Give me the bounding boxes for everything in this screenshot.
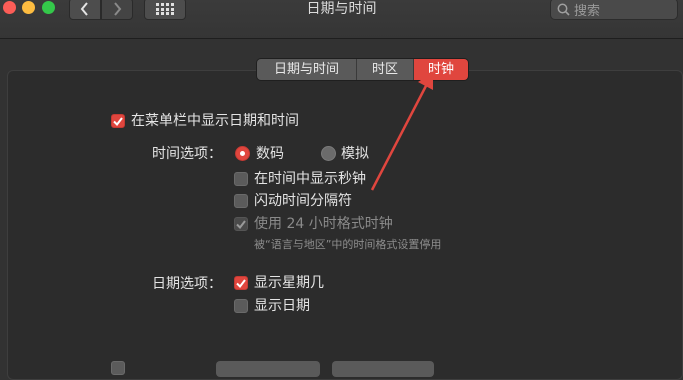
- announce-interval-popup[interactable]: [216, 361, 320, 377]
- show-weekday-checkbox[interactable]: [234, 276, 248, 290]
- use-24h-disabled-note: 被“语言与地区”中的时间格式设置停用: [254, 238, 442, 251]
- time-options-label: 时间选项：: [152, 146, 222, 162]
- flash-separators-label: 闪动时间分隔符: [254, 193, 352, 209]
- search-placeholder: 搜索: [574, 3, 601, 19]
- search-icon: [557, 3, 570, 16]
- use-24h-label: 使用 24 小时格式时钟: [254, 216, 393, 232]
- analog-radio[interactable]: [321, 146, 336, 161]
- digital-label: 数码: [256, 146, 284, 162]
- show-seconds-label: 在时间中显示秒钟: [254, 171, 366, 187]
- digital-radio[interactable]: [235, 146, 250, 161]
- date-options-label: 日期选项：: [152, 276, 222, 292]
- show-in-menubar-checkbox[interactable]: [111, 114, 125, 128]
- show-seconds-checkbox[interactable]: [234, 172, 248, 186]
- search-field[interactable]: 搜索: [550, 0, 678, 20]
- announce-time-checkbox[interactable]: [111, 361, 125, 375]
- show-weekday-label: 显示星期几: [254, 275, 324, 291]
- tab-time-zone[interactable]: 时区: [357, 59, 414, 80]
- show-date-label: 显示日期: [254, 298, 310, 314]
- checkmark-icon: [113, 116, 123, 126]
- use-24h-checkbox: [234, 217, 248, 231]
- analog-label: 模拟: [341, 146, 369, 162]
- checkmark-icon: [236, 278, 246, 288]
- tab-date-time[interactable]: 日期与时间: [257, 59, 357, 80]
- tab-bar: 日期与时间 时区 时钟: [256, 58, 469, 81]
- show-date-checkbox[interactable]: [234, 299, 248, 313]
- title-bar: 日期与时间 搜索: [0, 0, 683, 39]
- customize-voice-button[interactable]: [332, 361, 434, 377]
- flash-separators-checkbox[interactable]: [234, 194, 248, 208]
- checkmark-icon: [236, 219, 246, 229]
- tab-clock[interactable]: 时钟: [414, 59, 468, 80]
- show-in-menubar-label: 在菜单栏中显示日期和时间: [131, 113, 299, 129]
